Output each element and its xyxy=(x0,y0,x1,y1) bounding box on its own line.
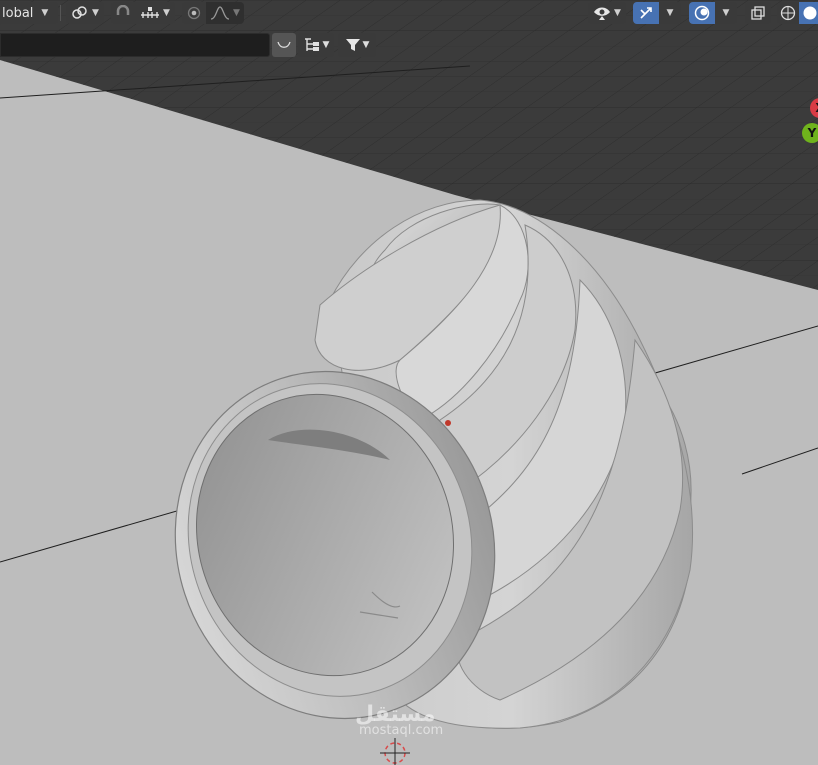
chevron-down-icon: ▼ xyxy=(722,8,730,18)
xray-icon xyxy=(751,6,765,20)
gizmo-icon xyxy=(640,7,652,19)
chevron-down-icon: ▼ xyxy=(41,8,49,18)
eye-icon xyxy=(594,7,611,20)
curve-toggle[interactable] xyxy=(272,33,296,57)
solid-shading-icon xyxy=(803,6,816,20)
hierarchy-dropdown[interactable]: ▼ xyxy=(298,33,334,57)
visibility-dropdown[interactable]: ▼ xyxy=(588,2,626,24)
solid-shading-button[interactable] xyxy=(799,2,818,24)
3d-viewport[interactable]: X Y lobal ▼ ▼ ▼ ▼ ▼ xyxy=(0,0,818,765)
wireframe-shading-button[interactable] xyxy=(777,2,799,24)
curve-icon xyxy=(277,41,291,48)
magnet-icon xyxy=(116,5,130,15)
chevron-down-icon: ▼ xyxy=(92,8,99,18)
falloff-dropdown[interactable]: ▼ xyxy=(206,2,244,24)
outliner-subheader: ▼ ▼ xyxy=(0,33,818,57)
chevron-down-icon: ▼ xyxy=(362,40,370,50)
watermark: مستقل mostaql.com xyxy=(355,702,475,738)
pivot-point-dropdown[interactable]: ▼ xyxy=(66,2,104,24)
snap-increment-icon xyxy=(141,7,160,18)
gizmo-toggle[interactable] xyxy=(633,2,659,24)
chevron-down-icon: ▼ xyxy=(614,8,621,18)
transform-orientation-label: lobal xyxy=(2,5,34,21)
snap-increment-dropdown[interactable]: ▼ xyxy=(135,2,175,24)
chevron-down-icon: ▼ xyxy=(666,8,674,18)
header-separator xyxy=(60,5,61,21)
scene-canvas[interactable] xyxy=(0,0,818,765)
xray-toggle[interactable] xyxy=(745,2,771,24)
object-origin[interactable] xyxy=(445,420,451,426)
filter-dropdown[interactable]: ▼ xyxy=(338,33,376,57)
pivot-icon xyxy=(72,6,87,19)
watermark-url: mostaql.com xyxy=(359,723,444,738)
viewport-header: lobal ▼ ▼ ▼ ▼ ▼ ▼ ▼ xyxy=(0,0,818,27)
nav-gizmo-y[interactable]: Y xyxy=(802,123,818,143)
search-input[interactable] xyxy=(0,33,270,57)
overlay-toggle[interactable] xyxy=(689,2,715,24)
hierarchy-icon xyxy=(304,38,319,51)
gizmo-dropdown[interactable]: ▼ xyxy=(659,2,681,24)
chevron-down-icon: ▼ xyxy=(322,40,330,50)
overlay-icon xyxy=(694,5,710,21)
overlay-dropdown[interactable]: ▼ xyxy=(715,2,737,24)
wireframe-shading-icon xyxy=(780,5,796,21)
snap-toggle[interactable] xyxy=(111,2,135,24)
falloff-curve-icon xyxy=(210,6,230,20)
proportional-edit-toggle[interactable] xyxy=(182,2,206,24)
chevron-down-icon: ▼ xyxy=(163,8,170,18)
filter-icon xyxy=(345,39,360,51)
transform-orientation-dropdown[interactable]: lobal ▼ xyxy=(0,2,58,24)
proportional-edit-icon xyxy=(187,6,201,20)
chevron-down-icon: ▼ xyxy=(233,8,240,18)
